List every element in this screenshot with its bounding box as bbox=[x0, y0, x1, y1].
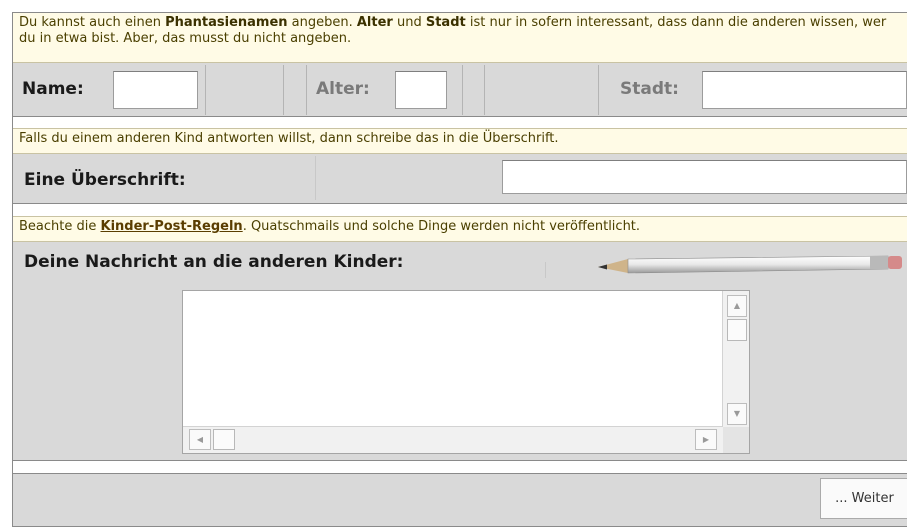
divider bbox=[484, 65, 485, 115]
divider bbox=[205, 65, 206, 115]
scroll-left-icon[interactable]: ◀ bbox=[189, 429, 211, 450]
name-label: Name: bbox=[22, 79, 84, 99]
subject-hint: Falls du einem anderen Kind antworten wi… bbox=[13, 128, 907, 154]
subject-label: Eine Überschrift: bbox=[24, 170, 186, 190]
next-button[interactable]: ... Weiter bbox=[820, 478, 907, 519]
city-input[interactable] bbox=[702, 71, 907, 109]
hint-text: angeben. bbox=[287, 15, 357, 30]
hint-bold-phantasy: Phantasienamen bbox=[165, 15, 288, 30]
divider bbox=[306, 65, 307, 115]
divider bbox=[283, 65, 284, 115]
footer-bar bbox=[12, 473, 907, 527]
city-label: Stadt: bbox=[620, 79, 679, 99]
scroll-down-icon[interactable]: ▼ bbox=[727, 403, 747, 425]
scrollbar-corner bbox=[723, 427, 749, 453]
identity-hint: Du kannst auch einen Phantasienamen ange… bbox=[13, 13, 907, 63]
rules-link[interactable]: Kinder-Post-Regeln bbox=[101, 219, 243, 234]
divider bbox=[315, 156, 316, 200]
message-label: Deine Nachricht an die anderen Kinder: bbox=[24, 252, 404, 272]
age-label: Alter: bbox=[316, 79, 370, 99]
hint-text: Beachte die bbox=[19, 219, 101, 234]
hint-bold-city: Stadt bbox=[425, 15, 466, 30]
hint-text: Du kannst auch einen bbox=[19, 15, 166, 30]
hint-bold-age: Alter bbox=[356, 15, 393, 30]
pencil-icon bbox=[598, 255, 902, 274]
scroll-up-icon[interactable]: ▲ bbox=[727, 295, 747, 317]
name-input[interactable] bbox=[113, 71, 198, 109]
subject-input[interactable] bbox=[502, 160, 907, 194]
divider bbox=[545, 262, 546, 278]
vertical-scrollbar[interactable]: ▲ ▼ bbox=[722, 291, 749, 427]
scroll-thumb-horizontal[interactable] bbox=[213, 429, 235, 450]
message-hint: Beachte die Kinder-Post-Regeln. Quatschm… bbox=[13, 216, 907, 242]
scroll-thumb[interactable] bbox=[727, 319, 747, 341]
hint-text: und bbox=[392, 15, 426, 30]
horizontal-scrollbar[interactable]: ◀ ▶ bbox=[183, 426, 723, 453]
message-textarea[interactable]: ▲ ▼ ◀ ▶ bbox=[182, 290, 750, 454]
hint-text: . Quatschmails und solche Dinge werden n… bbox=[242, 219, 641, 234]
scroll-right-icon[interactable]: ▶ bbox=[695, 429, 717, 450]
divider bbox=[462, 65, 463, 115]
age-input[interactable] bbox=[395, 71, 447, 109]
divider bbox=[598, 65, 599, 115]
